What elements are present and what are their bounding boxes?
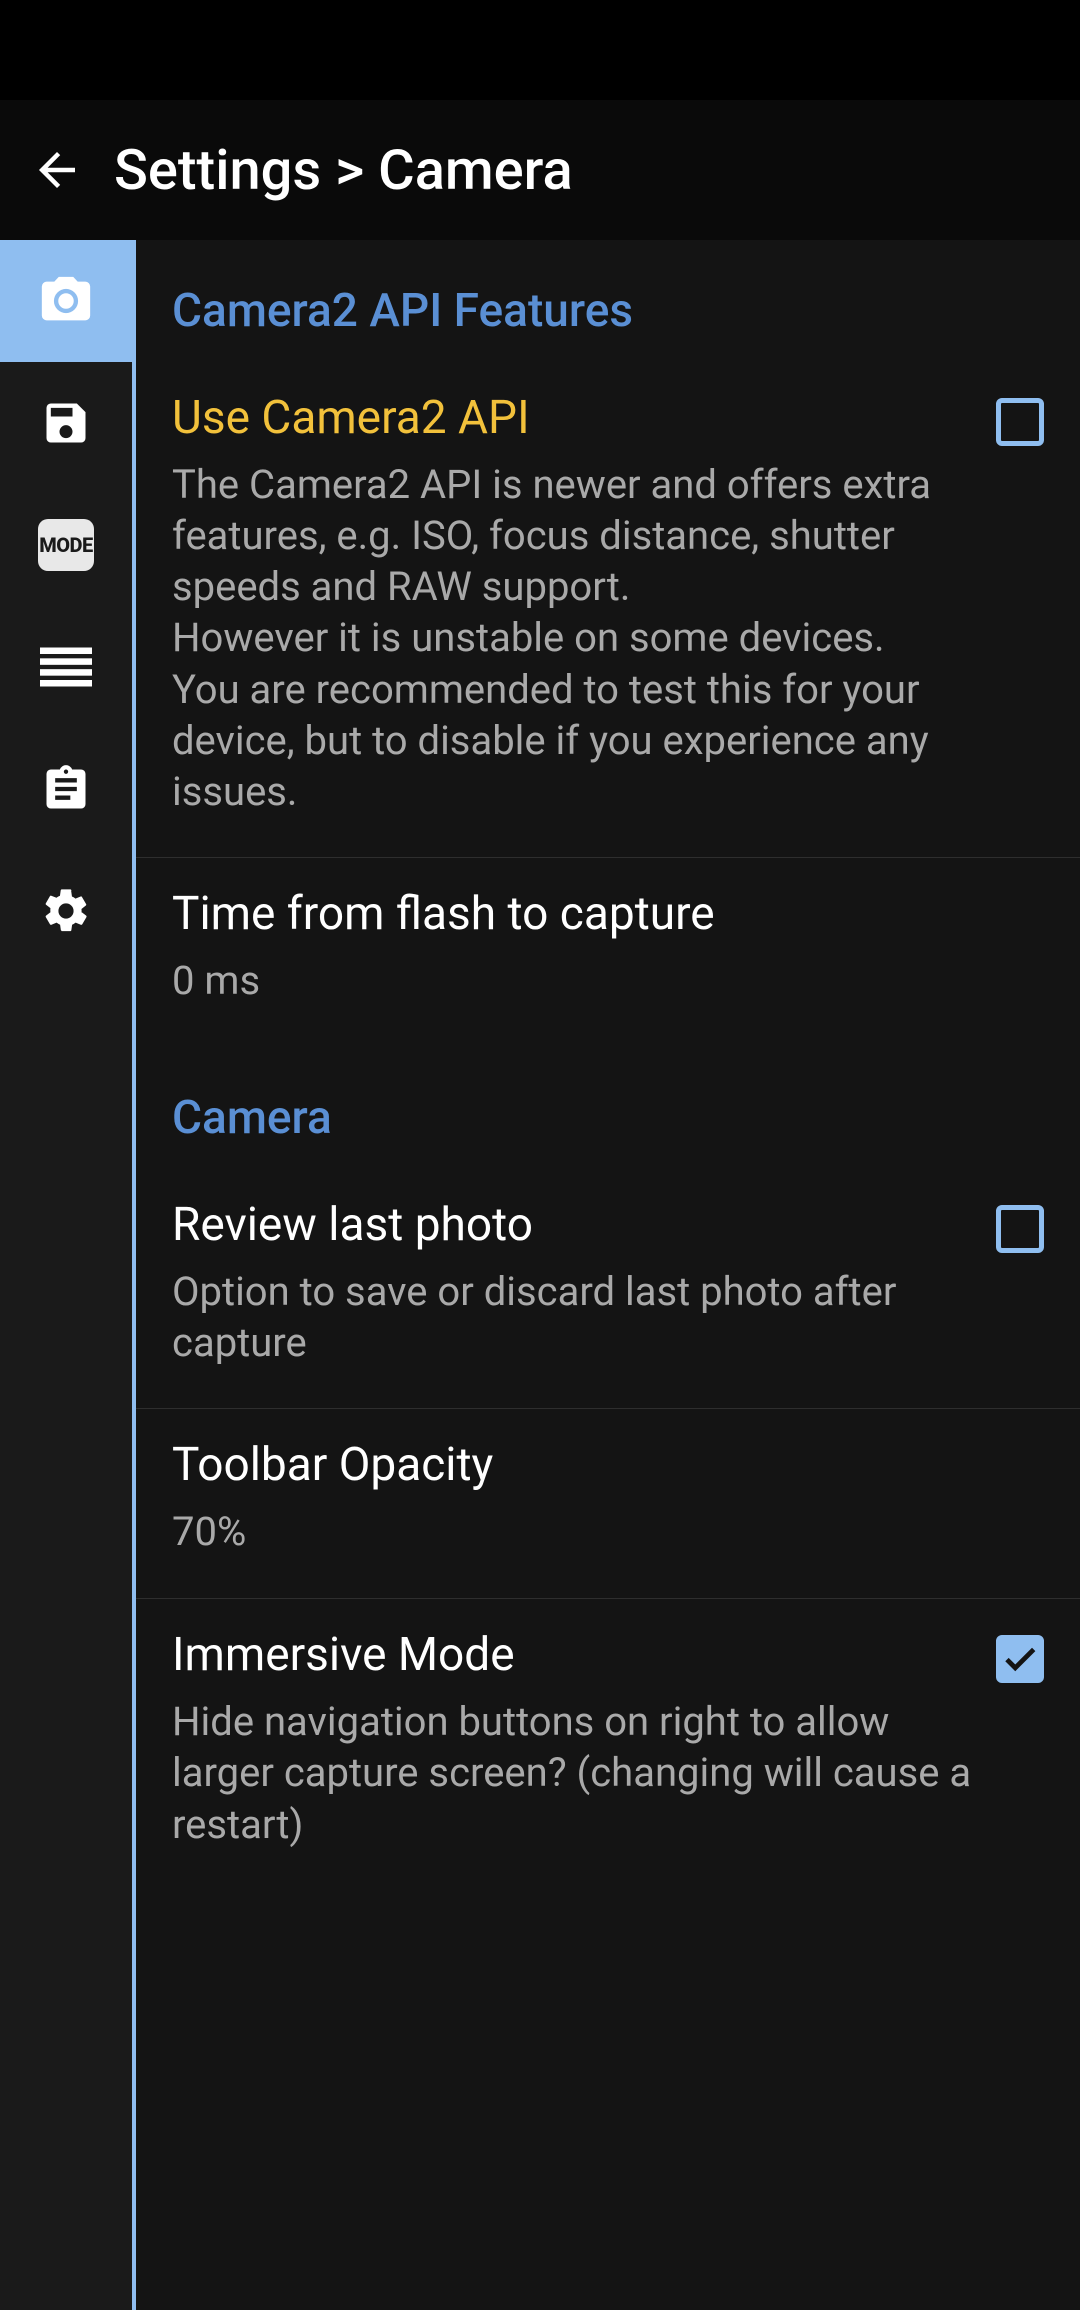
save-icon xyxy=(40,397,92,449)
content-area: MODE Camera2 API Features xyxy=(0,240,1080,2310)
sidebar-item-camera[interactable] xyxy=(0,240,132,362)
row-desc: Hide navigation buttons on right to allo… xyxy=(172,1696,976,1850)
sidebar-item-save[interactable] xyxy=(0,362,132,484)
back-button[interactable] xyxy=(30,143,84,197)
row-review-last-photo[interactable]: Review last photo Option to save or disc… xyxy=(136,1169,1080,1409)
section-header-camera: Camera xyxy=(136,1047,1080,1169)
list-icon xyxy=(40,647,92,687)
row-title: Immersive Mode xyxy=(172,1629,976,1682)
section-title: Camera xyxy=(172,1091,1044,1145)
row-toolbar-opacity[interactable]: Toolbar Opacity 70% xyxy=(136,1409,1080,1599)
section-title: Camera2 API Features xyxy=(172,284,1044,338)
row-use-camera2-api[interactable]: Use Camera2 API The Camera2 API is newer… xyxy=(136,362,1080,858)
back-arrow-icon xyxy=(30,143,84,197)
row-flash-to-capture[interactable]: Time from flash to capture 0 ms xyxy=(136,858,1080,1047)
row-value: 70% xyxy=(172,1506,1024,1558)
camera-icon xyxy=(37,272,95,330)
row-immersive-mode[interactable]: Immersive Mode Hide navigation buttons o… xyxy=(136,1599,1080,1889)
page-title: Settings > Camera xyxy=(114,137,573,203)
row-title: Use Camera2 API xyxy=(172,392,976,445)
settings-sidebar: MODE xyxy=(0,240,132,2310)
row-title: Time from flash to capture xyxy=(172,888,1024,941)
sidebar-item-list[interactable] xyxy=(0,606,132,728)
mode-icon: MODE xyxy=(38,519,94,571)
row-text: Immersive Mode Hide navigation buttons o… xyxy=(172,1629,996,1849)
settings-main[interactable]: Camera2 API Features Use Camera2 API The… xyxy=(132,240,1080,2310)
row-title: Review last photo xyxy=(172,1199,976,1252)
row-desc: The Camera2 API is newer and offers extr… xyxy=(172,459,976,817)
clipboard-icon xyxy=(40,763,92,815)
check-icon xyxy=(1001,1640,1039,1678)
checkbox-immersive-mode[interactable] xyxy=(996,1635,1044,1683)
app-bar: Settings > Camera xyxy=(0,100,1080,240)
row-text: Time from flash to capture 0 ms xyxy=(172,888,1044,1007)
checkbox-review-last-photo[interactable] xyxy=(996,1205,1044,1253)
checkbox-use-camera2-api[interactable] xyxy=(996,398,1044,446)
section-header-camera2: Camera2 API Features xyxy=(136,240,1080,362)
row-desc: Option to save or discard last photo aft… xyxy=(172,1266,976,1368)
sidebar-item-clipboard[interactable] xyxy=(0,728,132,850)
row-text: Review last photo Option to save or disc… xyxy=(172,1199,996,1368)
row-title: Toolbar Opacity xyxy=(172,1439,1024,1492)
status-bar xyxy=(0,0,1080,100)
row-value: 0 ms xyxy=(172,955,1024,1007)
row-text: Use Camera2 API The Camera2 API is newer… xyxy=(172,392,996,817)
sidebar-item-mode[interactable]: MODE xyxy=(0,484,132,606)
row-text: Toolbar Opacity 70% xyxy=(172,1439,1044,1558)
sidebar-item-settings[interactable] xyxy=(0,850,132,972)
gear-icon xyxy=(40,885,92,937)
